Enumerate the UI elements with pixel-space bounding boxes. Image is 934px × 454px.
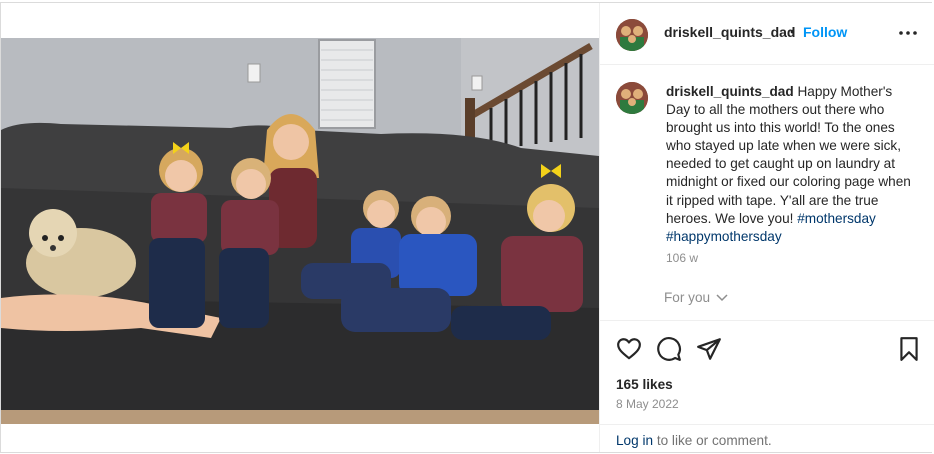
avatar[interactable] [616,19,648,51]
likes-count[interactable]: 165 likes [616,377,673,392]
more-horizontal-icon[interactable] [896,23,920,43]
follow-button[interactable]: Follow [803,24,847,40]
post-sidebar: driskell_quints_dad • Follow driskell_qu… [599,3,934,454]
login-link[interactable]: Log in [616,433,653,448]
action-bar-divider [600,320,934,322]
hashtag-link[interactable]: #mothersday [797,211,876,226]
share-icon[interactable] [696,336,722,362]
heart-icon[interactable] [616,336,642,362]
post-date: 8 May 2022 [616,397,679,411]
post-photo[interactable] [1,38,599,424]
comment-icon[interactable] [656,336,682,362]
login-prompt-text: to like or comment. [653,433,772,448]
header-username[interactable]: driskell_quints_dad [664,24,795,40]
post-time-ago[interactable]: 106 w [666,251,698,265]
login-prompt: Log in to like or comment. [600,424,934,454]
chevron-down-icon [716,294,728,302]
family-photo-image [1,38,599,424]
for-you-label: For you [664,290,711,305]
bookmark-icon[interactable] [896,336,922,362]
header-separator: • [790,23,795,39]
for-you-dropdown[interactable]: For you [664,290,728,305]
caption: driskell_quints_dad Happy Mother's Day t… [666,83,916,246]
avatar-image [616,82,648,114]
caption-avatar[interactable] [616,82,648,114]
post-header: driskell_quints_dad • Follow [600,3,934,65]
caption-text: Happy Mother's Day to all the mothers ou… [666,84,911,226]
hashtag-link[interactable]: #happymothersday [666,229,782,244]
avatar-image [616,19,648,51]
caption-username[interactable]: driskell_quints_dad [666,84,794,99]
post-container: driskell_quints_dad • Follow driskell_qu… [0,2,934,454]
